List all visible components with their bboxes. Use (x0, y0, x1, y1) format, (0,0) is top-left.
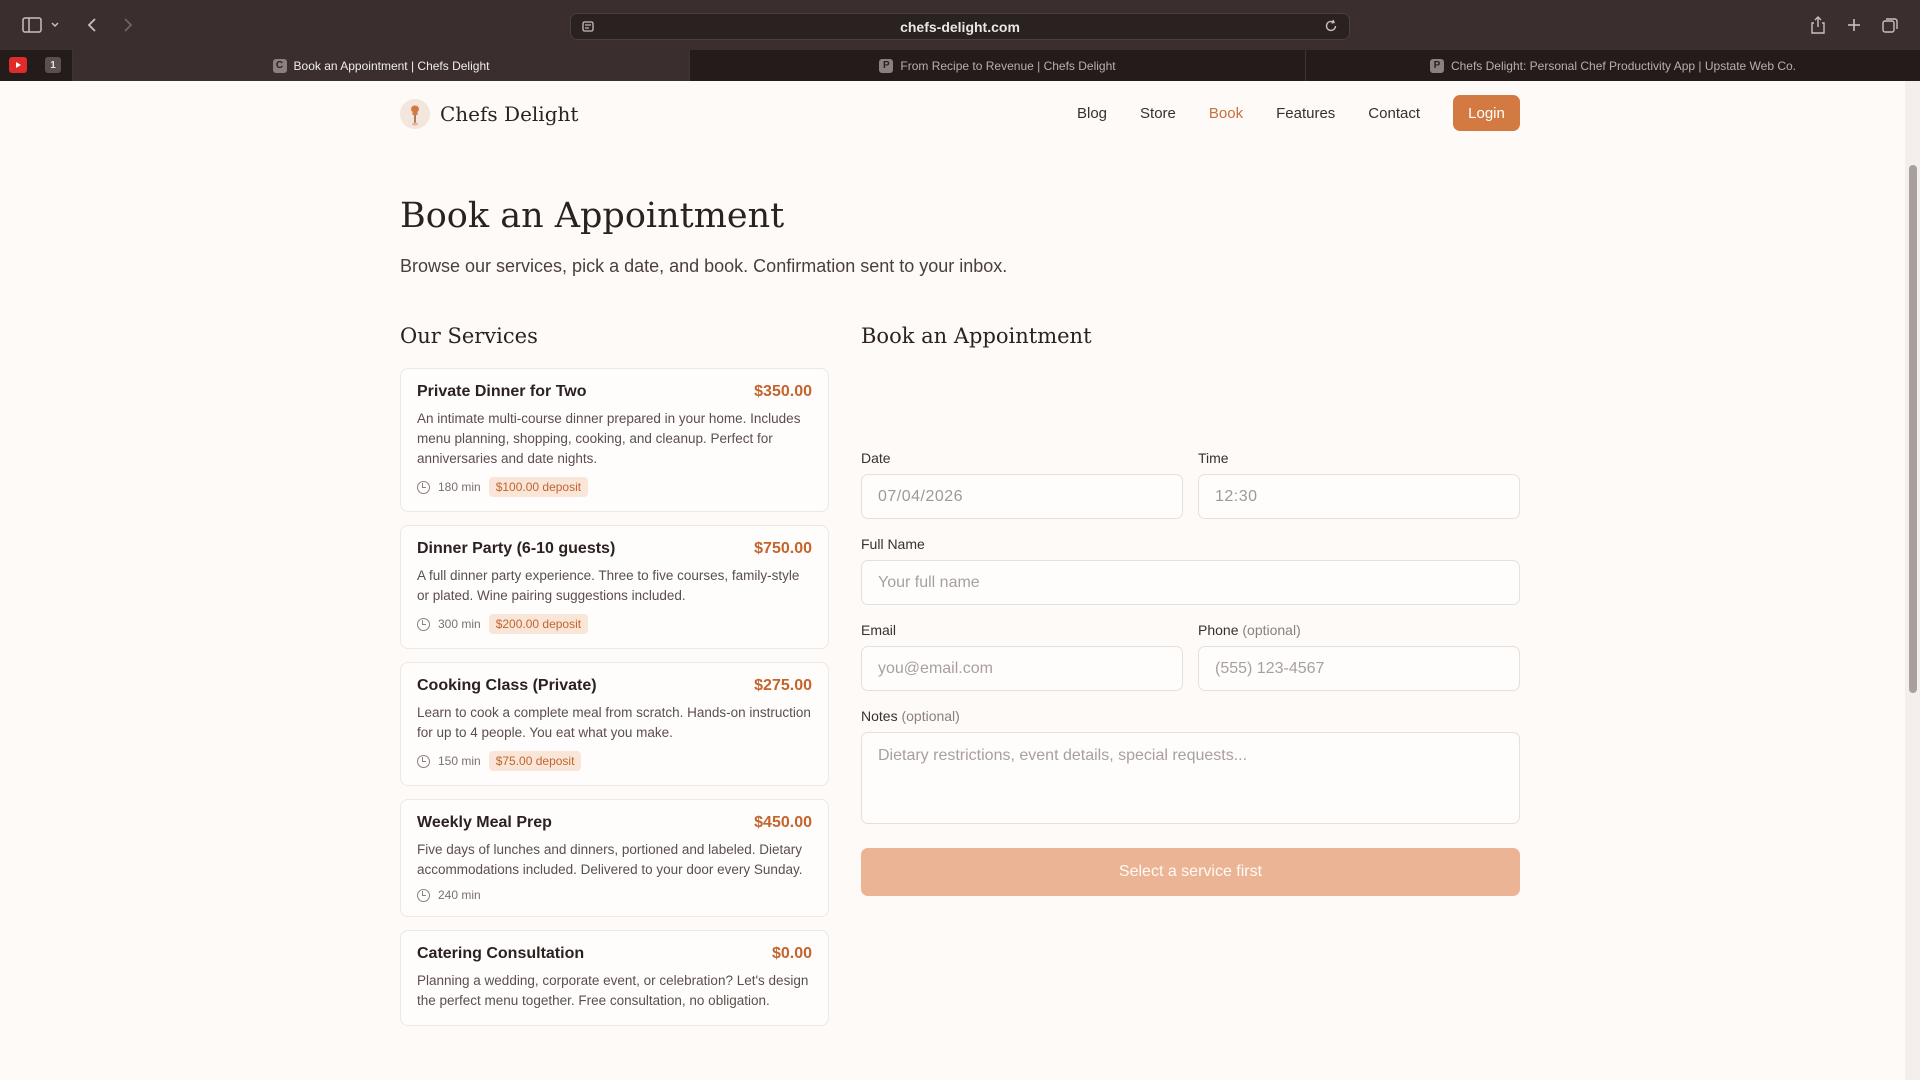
service-price: $0.00 (771, 945, 812, 962)
notes-textarea[interactable]: Dietary restrictions, event details, spe… (861, 732, 1520, 824)
brand-logo[interactable]: Chefs Delight (400, 99, 578, 129)
pinned-tab-counter[interactable]: 1 (45, 57, 61, 73)
page-scrollbar[interactable] (1905, 81, 1920, 1080)
service-description: Planning a wedding, corporate event, or … (417, 973, 809, 1008)
page-viewport: Chefs Delight Blog Store Book Features C… (0, 81, 1905, 1080)
phone-input[interactable]: (555) 123-4567 (1198, 646, 1520, 691)
time-value: 12:30 (1215, 487, 1258, 505)
clock-icon (417, 888, 430, 902)
tab-favicon: C (272, 58, 287, 73)
notes-label-text: Notes (861, 708, 898, 724)
service-duration: 240 min (438, 888, 481, 902)
forward-icon[interactable] (116, 13, 140, 37)
service-price: $450.00 (754, 814, 812, 831)
service-duration: 300 min (438, 617, 481, 631)
service-title: Catering Consultation (417, 945, 585, 962)
site-header: Chefs Delight Blog Store Book Features C… (400, 95, 1520, 135)
phone-label-text: Phone (1198, 622, 1239, 638)
date-label: Date (861, 450, 891, 466)
tab-label: From Recipe to Revenue | Chefs Delight (900, 58, 1116, 73)
back-icon[interactable] (80, 13, 104, 37)
full-name-input[interactable]: Your full name (861, 560, 1520, 605)
tab-favicon: P (1429, 58, 1444, 73)
services-list: Private Dinner for Two $350.00 An intima… (400, 368, 829, 1039)
service-price: $750.00 (754, 540, 812, 557)
full-name-label: Full Name (861, 536, 925, 552)
tab-label: Chefs Delight: Personal Chef Productivit… (1450, 58, 1797, 73)
date-input[interactable]: 07/04/2026 (861, 474, 1183, 519)
booking-form-heading: Book an Appointment (861, 324, 1092, 348)
service-card[interactable]: Cooking Class (Private) $275.00 Learn to… (400, 662, 829, 786)
notes-optional-hint: (optional) (901, 708, 960, 724)
tab-productivity-app[interactable]: P Chefs Delight: Personal Chef Productiv… (1305, 50, 1920, 81)
tab-favicon: P (879, 58, 894, 73)
chevron-down-icon[interactable] (48, 13, 62, 37)
clock-icon (417, 480, 430, 494)
service-title: Cooking Class (Private) (417, 677, 597, 694)
tab-recipe-to-revenue[interactable]: P From Recipe to Revenue | Chefs Delight (689, 50, 1305, 81)
deposit-badge: $100.00 deposit (488, 477, 589, 497)
clock-icon (417, 754, 430, 768)
service-duration: 150 min (438, 754, 481, 768)
deposit-badge: $75.00 deposit (488, 751, 582, 771)
email-label: Email (861, 622, 897, 638)
nav-book[interactable]: Book (1209, 105, 1243, 122)
service-description: Five days of lunches and dinners, portio… (417, 842, 803, 877)
nav-contact[interactable]: Contact (1368, 105, 1420, 122)
chef-hat-icon (400, 99, 430, 129)
notes-label: Notes (optional) (861, 708, 960, 724)
main-nav: Blog Store Book Features Contact Login (1077, 95, 1520, 131)
phone-placeholder: (555) 123-4567 (1215, 659, 1325, 677)
service-description: An intimate multi-course dinner prepared… (417, 411, 801, 466)
url-text: chefs-delight.com (900, 18, 1020, 35)
nav-features[interactable]: Features (1276, 105, 1335, 122)
sidebar-toggle-icon[interactable] (20, 13, 44, 37)
service-card[interactable]: Private Dinner for Two $350.00 An intima… (400, 368, 829, 512)
nav-store[interactable]: Store (1140, 105, 1176, 122)
phone-optional-hint: (optional) (1242, 622, 1301, 638)
service-price: $350.00 (754, 383, 812, 400)
pinned-tab-youtube[interactable] (9, 57, 27, 73)
time-label: Time (1198, 450, 1229, 466)
page-title: Book an Appointment (400, 196, 785, 236)
time-input[interactable]: 12:30 (1198, 474, 1520, 519)
service-title: Dinner Party (6-10 guests) (417, 540, 616, 557)
service-duration: 180 min (438, 480, 481, 494)
date-value: 07/04/2026 (878, 487, 964, 505)
submit-booking-button[interactable]: Select a service first (861, 848, 1520, 896)
service-price: $275.00 (754, 677, 812, 694)
service-description: Learn to cook a complete meal from scrat… (417, 705, 811, 740)
service-card[interactable]: Dinner Party (6-10 guests) $750.00 A ful… (400, 525, 829, 649)
reload-icon[interactable] (1323, 18, 1341, 36)
email-placeholder: you@email.com (878, 659, 993, 677)
share-icon[interactable] (1806, 13, 1830, 37)
tab-overview-icon[interactable] (1878, 13, 1902, 37)
full-name-placeholder: Your full name (878, 573, 980, 591)
browser-toolbar: chefs-delight.com (0, 0, 1920, 50)
page-settings-icon[interactable] (581, 19, 597, 35)
services-heading: Our Services (400, 324, 538, 348)
new-tab-icon[interactable] (1842, 13, 1866, 37)
service-card[interactable]: Weekly Meal Prep $450.00 Five days of lu… (400, 799, 829, 917)
phone-label: Phone (optional) (1198, 622, 1301, 638)
page-subtitle: Browse our services, pick a date, and bo… (400, 256, 1008, 276)
tab-book-appointment[interactable]: C Book an Appointment | Chefs Delight (72, 50, 689, 81)
email-input[interactable]: you@email.com (861, 646, 1183, 691)
nav-blog[interactable]: Blog (1077, 105, 1107, 122)
tab-bar: 1 C Book an Appointment | Chefs Delight … (0, 50, 1920, 81)
notes-placeholder: Dietary restrictions, event details, spe… (878, 747, 1248, 764)
scrollbar-thumb[interactable] (1909, 165, 1917, 693)
deposit-badge: $200.00 deposit (488, 614, 589, 634)
browser-chrome: chefs-delight.com 1 C Book an Appointmen… (0, 0, 1920, 81)
login-button[interactable]: Login (1453, 95, 1520, 131)
clock-icon (417, 617, 430, 631)
service-description: A full dinner party experience. Three to… (417, 568, 800, 603)
service-title: Private Dinner for Two (417, 383, 587, 400)
service-card[interactable]: Catering Consultation $0.00 Planning a w… (400, 930, 829, 1026)
address-bar[interactable]: chefs-delight.com (570, 13, 1350, 40)
tab-label: Book an Appointment | Chefs Delight (293, 58, 490, 73)
service-title: Weekly Meal Prep (417, 814, 552, 831)
brand-name: Chefs Delight (440, 102, 579, 126)
